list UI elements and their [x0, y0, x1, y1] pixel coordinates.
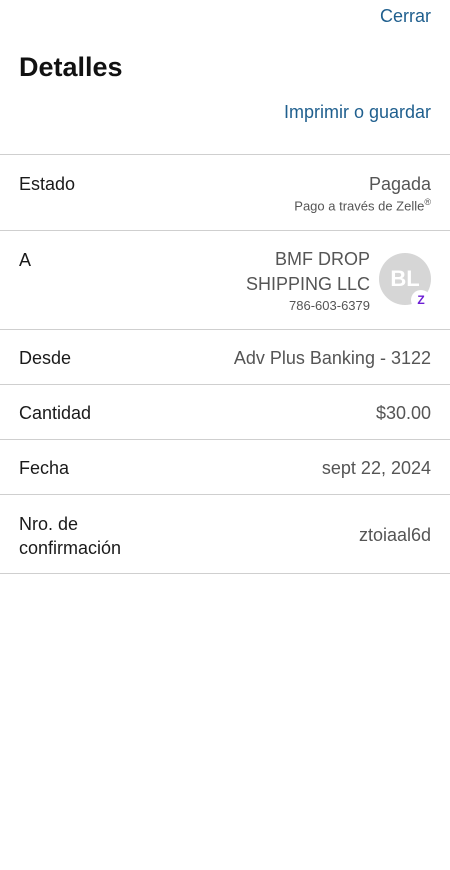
- amount-value: $30.00: [375, 403, 431, 423]
- date-value: sept 22, 2024: [321, 458, 431, 478]
- zelle-icon: Z: [411, 290, 431, 310]
- details-list: Estado Pagada Pago a través de Zelle® A …: [0, 154, 450, 574]
- confirmation-value: ztoiaal6d: [358, 525, 431, 545]
- date-label: Fecha: [19, 458, 70, 478]
- payment-method-note: Pago a través de Zelle®: [294, 197, 431, 213]
- recipient-phone: 786-603-6379: [289, 298, 370, 313]
- print-or-save-button[interactable]: Imprimir o guardar: [284, 102, 431, 123]
- recipient-label: A: [19, 250, 32, 270]
- recipient-name: BMF DROP SHIPPING LLC: [245, 249, 370, 294]
- detail-row-from: Desde Adv Plus Banking - 3122: [0, 330, 450, 385]
- payment-details-screen: Cerrar Detalles Imprimir o guardar Estad…: [0, 0, 450, 870]
- from-value: Adv Plus Banking - 3122: [233, 348, 431, 368]
- from-label: Desde: [19, 348, 72, 368]
- amount-label: Cantidad: [19, 403, 92, 423]
- confirmation-label: Nro. de confirmación: [19, 514, 122, 558]
- detail-row-confirmation: Nro. de confirmación ztoiaal6d: [0, 495, 450, 574]
- detail-row-status: Estado Pagada Pago a través de Zelle®: [0, 155, 450, 231]
- page-title: Detalles: [19, 52, 123, 82]
- detail-row-recipient: A BMF DROP SHIPPING LLC 786-603-6379 BL …: [0, 231, 450, 330]
- close-button[interactable]: Cerrar: [380, 6, 431, 27]
- detail-row-amount: Cantidad $30.00: [0, 385, 450, 440]
- status-value: Pagada: [368, 174, 431, 194]
- detail-row-date: Fecha sept 22, 2024: [0, 440, 450, 495]
- registered-mark: ®: [424, 197, 431, 207]
- status-label: Estado: [19, 174, 76, 194]
- payment-method-text: Pago a través de Zelle: [294, 198, 425, 214]
